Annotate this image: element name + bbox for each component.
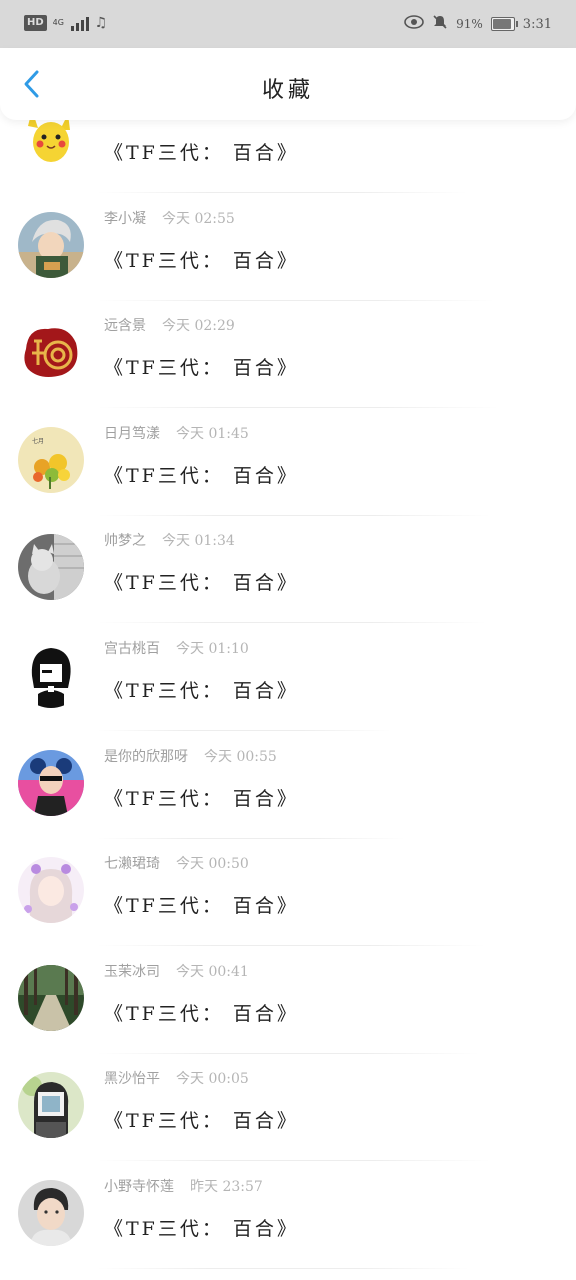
avatar[interactable] <box>18 1180 84 1246</box>
timestamp: 昨天 23:57 <box>190 1179 263 1195</box>
user-name: 七濑珺琦 <box>104 856 160 873</box>
avatar[interactable] <box>18 749 84 816</box>
user-name: 日月笃漾 <box>104 425 160 442</box>
avatar[interactable] <box>18 642 84 708</box>
music-icon: ♫ <box>94 15 108 31</box>
item-title[interactable]: 《TF三代： 百合》 <box>104 1214 299 1241</box>
status-bar: HD 4G ♫ 91% 3:31 <box>0 0 576 48</box>
item-meta: 远含景 今天 02:29 <box>104 315 235 335</box>
hd-badge: HD <box>24 15 47 31</box>
eye-icon <box>404 15 424 33</box>
mute-icon <box>432 14 448 34</box>
item-title[interactable]: 《TF三代： 百合》 <box>104 568 299 595</box>
avatar[interactable] <box>18 1072 84 1139</box>
avatar[interactable] <box>18 319 84 386</box>
item-title[interactable]: 《TF三代： 百合》 <box>104 1106 299 1133</box>
user-name: 小野寺怀莲 <box>104 1179 174 1195</box>
item-meta: 小野寺怀莲 昨天 23:57 <box>104 1176 263 1196</box>
favorites-list: 万花婉慧今天 02:56《TF三代： 百合》李小凝今天 02:55《TF三代： … <box>0 96 576 1280</box>
battery-icon <box>490 17 518 31</box>
list-item[interactable]: 李小凝 今天 02:55 《TF三代： 百合》 <box>0 194 576 301</box>
timestamp: 今天 00:05 <box>176 1071 249 1088</box>
list-item[interactable]: 七濑珺琦 今天 00:50 《TF三代： 百合》 <box>0 839 576 947</box>
network-type: 4G <box>52 18 64 27</box>
timestamp: 今天 02:55 <box>162 210 235 227</box>
page-title: 收藏 <box>261 78 314 103</box>
user-name: 玉茉冰司 <box>104 963 160 980</box>
user-name: 宫古桃百 <box>104 641 160 657</box>
item-meta: 是你的欣那呀 今天 00:55 <box>104 746 277 766</box>
list-item[interactable]: 帅梦之 今天 01:34 《TF三代： 百合》 <box>0 516 576 624</box>
battery-fill <box>492 19 511 29</box>
item-meta: 黑沙怡平 今天 00:05 <box>104 1068 249 1088</box>
item-title[interactable]: 《TF三代： 百合》 <box>104 891 299 918</box>
list-item[interactable]: 远含景 今天 02:29 《TF三代： 百合》 <box>0 301 576 409</box>
item-title[interactable]: 《TF三代： 百合》 <box>104 353 299 380</box>
user-name: 远含景 <box>104 318 146 335</box>
timestamp: 今天 01:10 <box>176 641 249 657</box>
avatar[interactable] <box>18 534 84 601</box>
avatar[interactable] <box>18 211 84 278</box>
avatar[interactable] <box>18 964 84 1031</box>
item-meta: 七濑珺琦 今天 00:50 <box>104 853 249 873</box>
item-meta: 帅梦之 今天 01:34 <box>104 530 235 550</box>
svg-text:七月: 七月 <box>32 437 44 445</box>
avatar[interactable] <box>18 857 84 924</box>
item-title[interactable]: 《TF三代： 百合》 <box>104 784 299 811</box>
item-meta: 李小凝 今天 02:55 <box>104 208 235 228</box>
item-meta: 玉茉冰司 今天 00:41 <box>104 961 249 981</box>
nav-bar: 收藏 <box>0 48 576 120</box>
timestamp: 今天 00:41 <box>176 963 249 980</box>
user-name: 黑沙怡平 <box>104 1071 160 1088</box>
list-item[interactable]: 玉茉冰司 今天 00:41 《TF三代： 百合》 <box>0 947 576 1054</box>
user-name: 帅梦之 <box>104 533 146 550</box>
list-item[interactable]: 是你的欣那呀 今天 00:55 《TF三代： 百合》 <box>0 732 576 839</box>
item-meta: 宫古桃百 今天 01:10 <box>104 638 249 658</box>
clock: 3:31 <box>522 16 552 32</box>
item-title[interactable]: 《TF三代： 百合》 <box>104 461 299 488</box>
list-item[interactable]: 黑沙怡平 今天 00:05 《TF三代： 百合》 <box>0 1054 576 1162</box>
status-right: 91% 3:31 <box>404 14 552 34</box>
list-item[interactable]: 宫古桃百 今天 01:10 《TF三代： 百合》 <box>0 624 576 731</box>
divider <box>96 1268 470 1269</box>
item-title[interactable]: 《TF三代： 百合》 <box>104 676 299 703</box>
timestamp: 今天 01:34 <box>162 533 235 550</box>
item-meta: 日月笃漾 今天 01:45 <box>104 423 249 443</box>
timestamp: 今天 00:55 <box>204 748 277 765</box>
timestamp: 今天 02:29 <box>162 318 235 335</box>
avatar[interactable]: 七月 <box>18 426 84 493</box>
status-left: HD 4G ♫ <box>24 15 107 31</box>
timestamp: 今天 00:50 <box>176 856 249 873</box>
timestamp: 今天 01:45 <box>176 425 249 442</box>
user-name: 是你的欣那呀 <box>104 748 188 765</box>
item-title[interactable]: 《TF三代： 百合》 <box>104 246 299 273</box>
battery-percent: 91% <box>456 17 483 31</box>
signal-icon <box>70 15 89 31</box>
item-title[interactable]: 《TF三代： 百合》 <box>104 138 299 165</box>
user-name: 李小凝 <box>104 210 146 227</box>
item-title[interactable]: 《TF三代： 百合》 <box>104 999 299 1026</box>
list-item[interactable]: 小野寺怀莲 昨天 23:57 《TF三代： 百合》 <box>0 1162 576 1269</box>
list-item[interactable]: 七月 日月笃漾 今天 01:45 《TF三代： 百合》 <box>0 409 576 516</box>
